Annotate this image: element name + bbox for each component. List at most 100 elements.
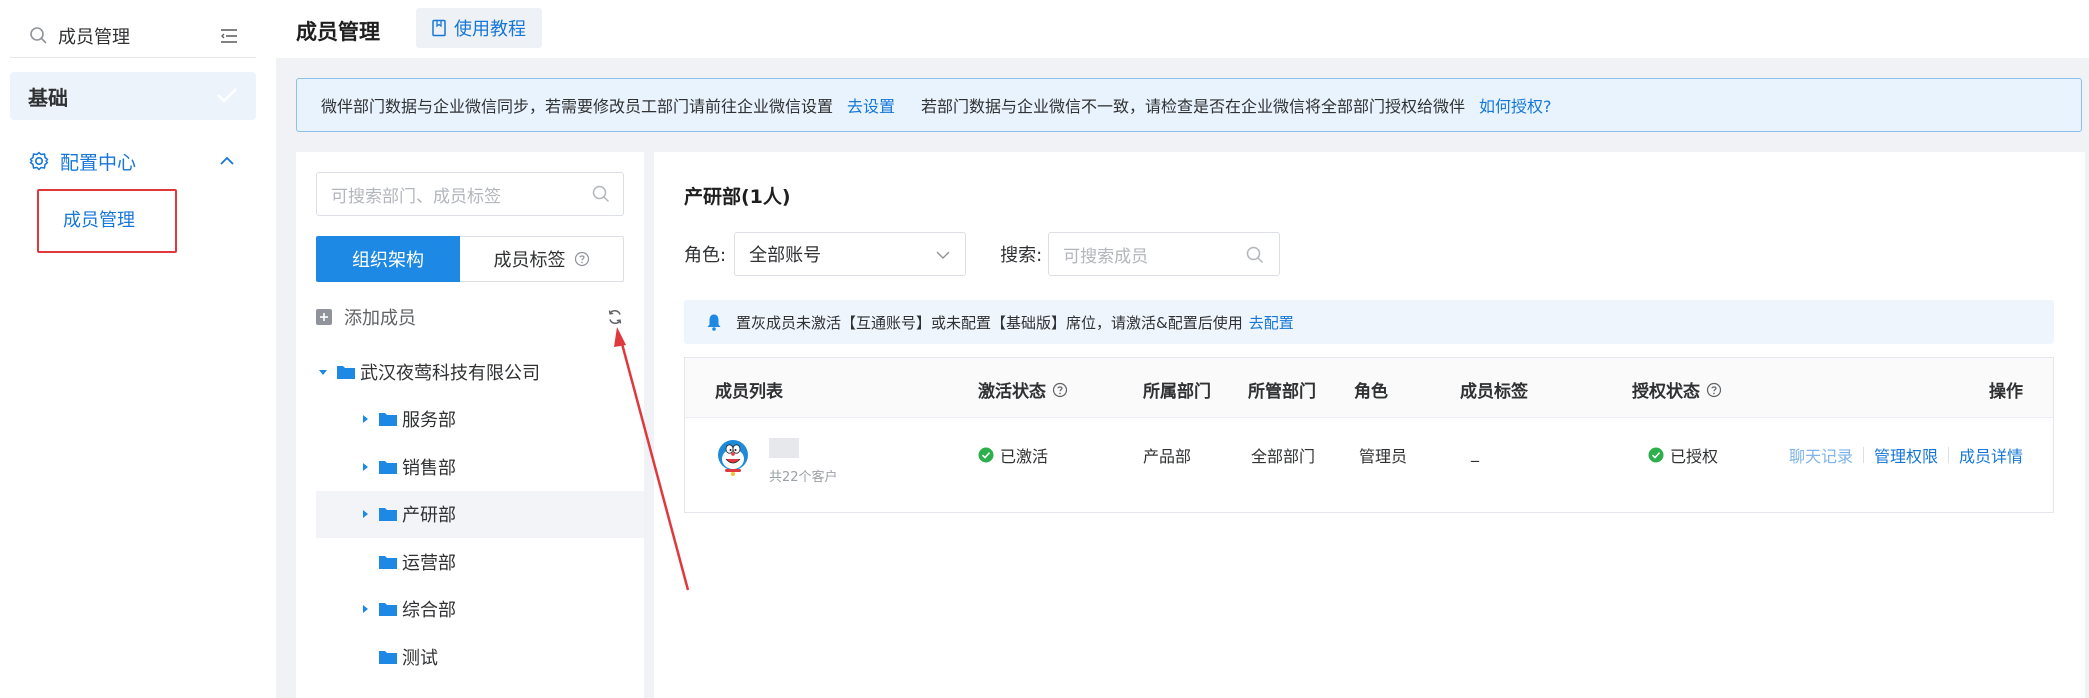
go-configure-link[interactable]: 去配置 <box>1249 312 1294 333</box>
member-table: 成员列表 激活状态 所属部门 所管部门 角色 成员标签 授权状态 操作 共22个… <box>684 357 2054 513</box>
role-select-value: 全部账号 <box>749 245 822 266</box>
sidebar: 成员管理 基础 配置中心 成员管理 <box>0 0 276 698</box>
tree-node-sales[interactable]: 销售部 <box>316 443 644 491</box>
col-actions: 操作 <box>1989 382 2023 402</box>
tree-node-label: 服务部 <box>402 410 456 432</box>
member-name-redacted <box>769 438 799 458</box>
help-icon[interactable] <box>1706 382 1722 398</box>
sidebar-search[interactable]: 成员管理 <box>10 14 256 58</box>
tab-member-tags-label: 成员标签 <box>493 250 566 271</box>
dept-tree: 武汉夜莺科技有限公司 服务部 销售部 产研部 运营部 综合部 测试 <box>316 348 644 681</box>
auth-status: 已授权 <box>1648 443 1718 467</box>
sync-notice: 微伴部门数据与企业微信同步，若需要修改员工部门请前往企业微信设置 去设置 若部门… <box>296 78 2082 132</box>
notice-text-sync: 微伴部门数据与企业微信同步，若需要修改员工部门请前往企业微信设置 <box>321 97 834 116</box>
search-icon[interactable] <box>591 184 611 204</box>
folder-icon <box>379 413 397 427</box>
tab-org-structure[interactable]: 组织架构 <box>316 236 460 282</box>
chevron-up-icon[interactable] <box>218 152 236 170</box>
dept-search-input[interactable]: 可搜索部门、成员标签 <box>316 172 624 216</box>
tab-member-tags[interactable]: 成员标签 <box>460 236 624 282</box>
col-auth-status: 授权状态 <box>1632 377 1722 402</box>
member-tags: _ <box>1471 443 1479 462</box>
member-department: 产品部 <box>1143 447 1192 466</box>
tree-node-label: 产研部 <box>402 505 456 527</box>
caret-down-icon[interactable] <box>316 365 330 379</box>
sidebar-item-basic[interactable]: 基础 <box>10 72 256 120</box>
dept-title: 产研部(1人) <box>684 186 791 208</box>
tree-node-general[interactable]: 综合部 <box>316 586 644 634</box>
folder-icon <box>379 650 397 664</box>
member-role: 管理员 <box>1359 447 1408 466</box>
role-filter-label: 角色: <box>684 245 727 266</box>
col-role: 角色 <box>1354 382 1388 402</box>
sidebar-item-config-center-label: 配置中心 <box>60 151 137 174</box>
caret-right-icon[interactable] <box>358 460 372 474</box>
how-to-authorize-link[interactable]: 如何授权? <box>1479 93 1552 117</box>
col-managed-dept: 所管部门 <box>1248 382 1316 402</box>
activation-status: 已激活 <box>978 443 1048 467</box>
manage-permissions-link[interactable]: 管理权限 <box>1874 443 1938 467</box>
avatar <box>718 440 748 476</box>
check-circle-icon <box>1648 447 1664 463</box>
search-icon[interactable] <box>1245 245 1265 265</box>
sidebar-item-config-center[interactable]: 配置中心 <box>10 146 256 176</box>
tutorial-label: 使用教程 <box>454 19 526 40</box>
col-member-tags: 成员标签 <box>1460 382 1528 402</box>
menu-collapse-icon[interactable] <box>218 25 240 47</box>
row-actions: 聊天记录 管理权限 成员详情 <box>1789 443 2023 467</box>
chat-history-link[interactable]: 聊天记录 <box>1789 443 1853 467</box>
sidebar-search-value[interactable]: 成员管理 <box>58 23 130 49</box>
refresh-icon[interactable] <box>606 308 624 326</box>
tutorial-button[interactable]: 使用教程 <box>416 8 542 48</box>
search-icon <box>30 26 47 44</box>
tree-node-service[interactable]: 服务部 <box>316 396 644 444</box>
member-search-input[interactable]: 可搜索成员 <box>1048 232 1281 276</box>
tree-tabs: 组织架构 成员标签 <box>316 236 624 282</box>
folder-icon <box>379 603 397 617</box>
tree-node-test[interactable]: 测试 <box>316 633 644 681</box>
dept-search-placeholder: 可搜索部门、成员标签 <box>331 186 501 207</box>
folder-icon <box>337 365 355 379</box>
tree-node-label: 销售部 <box>402 457 456 479</box>
help-icon[interactable] <box>1052 382 1068 398</box>
folder-icon <box>379 555 397 569</box>
org-tree-panel: 可搜索部门、成员标签 组织架构 成员标签 添加成员 武汉夜莺科技有限公司 服务部… <box>296 152 644 698</box>
tree-node-label: 综合部 <box>402 600 456 622</box>
activation-tip: 置灰成员未激活【互通账号】或未配置【基础版】席位，请激活&配置后使用 去配置 <box>684 300 2054 344</box>
tree-node-rnd[interactable]: 产研部 <box>316 490 644 538</box>
divider <box>1947 447 1949 463</box>
col-auth-status-label: 授权状态 <box>1632 382 1700 402</box>
member-search-label: 搜索: <box>1000 245 1043 266</box>
book-icon <box>432 19 446 37</box>
plus-square-icon[interactable] <box>316 309 332 325</box>
tree-node-operations[interactable]: 运营部 <box>316 538 644 586</box>
filter-bar: 角色: 全部账号 搜索: 可搜索成员 <box>684 232 1281 276</box>
help-icon[interactable] <box>574 251 590 267</box>
table-row: 共22个客户 已激活 产品部 全部部门 管理员 _ 已授权 聊天记录 管理权限 … <box>685 418 2053 514</box>
caret-right-icon[interactable] <box>358 507 372 521</box>
caret-right-icon[interactable] <box>358 602 372 616</box>
page-title: 成员管理 <box>296 20 380 44</box>
notice-text-auth: 若部门数据与企业微信不一致，请检查是否在企业微信将全部部门授权给微伴 <box>921 97 1466 116</box>
col-department: 所属部门 <box>1143 382 1211 402</box>
check-circle-icon <box>978 447 994 463</box>
tree-node-label: 运营部 <box>402 552 456 574</box>
activation-tip-text: 置灰成员未激活【互通账号】或未配置【基础版】席位，请激活&配置后使用 <box>736 313 1243 332</box>
gear-icon <box>29 151 49 171</box>
col-activation: 激活状态 <box>978 377 1068 402</box>
caret-right-icon[interactable] <box>358 412 372 426</box>
tree-node-label: 武汉夜莺科技有限公司 <box>360 362 540 384</box>
col-member-list: 成员列表 <box>715 382 783 402</box>
member-managed-dept: 全部部门 <box>1251 447 1316 466</box>
chevron-down-icon <box>936 251 950 259</box>
bell-icon <box>707 314 721 331</box>
add-member-button[interactable]: 添加成员 <box>344 304 416 330</box>
sidebar-item-basic-label: 基础 <box>28 85 68 110</box>
tree-node-label: 测试 <box>402 647 438 669</box>
member-details-link[interactable]: 成员详情 <box>1959 443 2023 467</box>
tree-node-company[interactable]: 武汉夜莺科技有限公司 <box>316 348 644 396</box>
sidebar-item-member-management[interactable]: 成员管理 <box>37 189 177 253</box>
role-select[interactable]: 全部账号 <box>734 232 967 276</box>
member-search-placeholder: 可搜索成员 <box>1063 246 1149 267</box>
go-settings-link[interactable]: 去设置 <box>847 93 895 117</box>
